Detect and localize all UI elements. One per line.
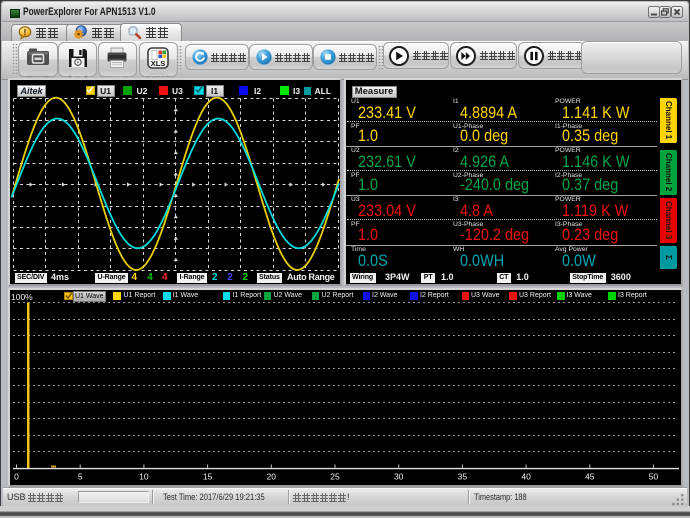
svg-text:10: 10 (139, 472, 149, 482)
svg-text:20: 20 (267, 472, 277, 482)
svg-text:15: 15 (203, 472, 213, 482)
svg-text:!: ! (24, 27, 27, 37)
svg-text:25: 25 (330, 472, 340, 482)
svg-text:5: 5 (78, 472, 83, 482)
svg-text:40: 40 (521, 472, 531, 482)
svg-text:35: 35 (458, 472, 468, 482)
svg-text:0: 0 (14, 472, 19, 482)
svg-text:30: 30 (394, 472, 404, 482)
svg-text:45: 45 (585, 472, 595, 482)
svg-text:XLS: XLS (151, 59, 166, 68)
svg-text:50: 50 (649, 472, 659, 482)
